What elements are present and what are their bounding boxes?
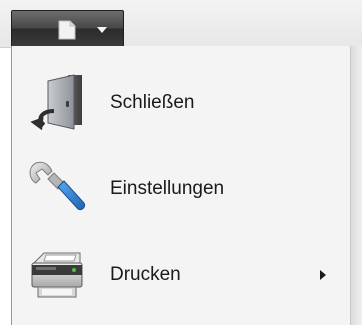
chevron-right-icon [320, 270, 326, 280]
menu-item-label: Einstellungen [110, 178, 225, 199]
ribbon-strip [0, 0, 362, 48]
application-menu: Schließen Einstellungen Drucken [11, 46, 351, 325]
menu-item-label: Drucken [110, 264, 181, 285]
menu-shadow [351, 46, 362, 325]
printer-icon [31, 252, 83, 298]
chevron-down-icon [97, 27, 107, 33]
menu-item-settings[interactable]: Einstellungen [12, 147, 350, 231]
wrench-icon [29, 161, 85, 210]
door-exit-icon [30, 74, 82, 131]
document-icon [58, 20, 76, 40]
menu-item-close[interactable]: Schließen [12, 61, 350, 145]
menu-item-label: Schließen [110, 92, 195, 113]
application-menu-button[interactable] [11, 10, 124, 46]
application-window: Schließen Einstellungen Drucken [0, 0, 362, 325]
menu-item-print[interactable]: Drucken [12, 233, 350, 317]
